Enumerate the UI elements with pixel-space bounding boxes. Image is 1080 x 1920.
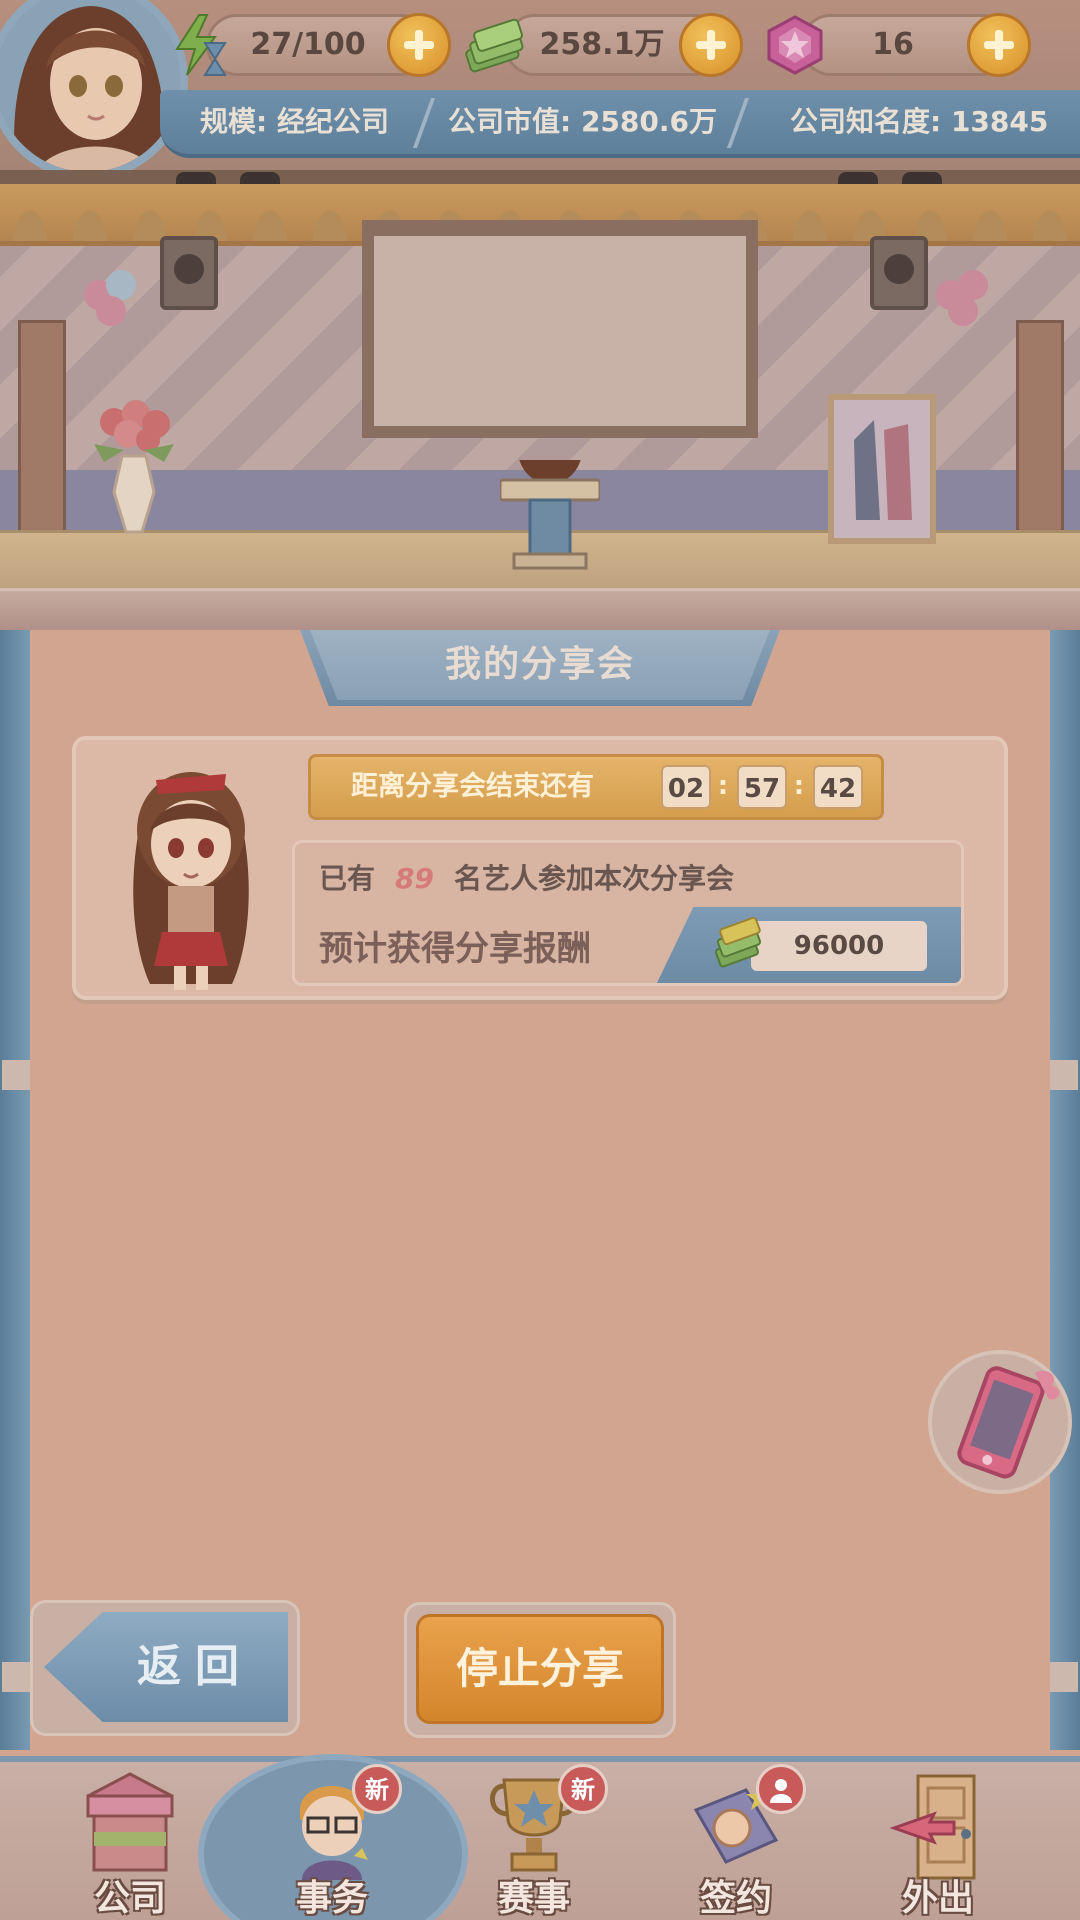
nav-events[interactable]: 新 赛事 — [434, 1762, 634, 1920]
poster-art-icon — [834, 400, 930, 538]
nav-contracts[interactable]: 签约 — [636, 1762, 836, 1920]
reward-label: 预计获得分享报酬 — [319, 929, 591, 969]
projection-screen — [362, 220, 758, 438]
panel-frame-right — [1050, 630, 1080, 1750]
countdown-colon: : — [793, 771, 805, 801]
stage-scene — [0, 170, 1080, 630]
person-icon — [770, 1779, 792, 1803]
cash-value: 258.1万 — [539, 27, 665, 62]
top-resource-bar: 27/100 258.1万 16 规模: 经纪公司 公司市值: 2580.6万 … — [0, 0, 1080, 180]
speaker-icon — [160, 236, 218, 310]
back-button-label: 返回 — [137, 1641, 253, 1692]
company-info-strip: 规模: 经纪公司 公司市值: 2580.6万 公司知名度: 13845 — [160, 90, 1080, 158]
nav-events-label: 赛事 — [497, 1878, 570, 1919]
stamina-counter: 27/100 — [175, 13, 451, 77]
balloons-icon — [84, 270, 144, 330]
nav-affairs-badge: 新 — [352, 1764, 402, 1814]
stamina-value: 27/100 — [250, 27, 366, 62]
stage-pillar — [1016, 320, 1064, 540]
company-fame: 公司知名度: 13845 — [790, 105, 1049, 138]
nav-events-badge: 新 — [558, 1764, 608, 1814]
countdown-label: 距离分享会结束还有 — [351, 771, 594, 802]
nav-contracts-badge — [756, 1764, 806, 1814]
add-cash-button[interactable] — [679, 13, 743, 77]
frame-bump — [2, 1662, 30, 1692]
balloons-icon — [936, 270, 996, 330]
info-separator — [726, 98, 760, 148]
poster-frame — [828, 394, 936, 544]
countdown-minutes: 57 — [737, 765, 787, 809]
back-button[interactable]: 返回 — [30, 1600, 300, 1736]
company-market-value: 公司市值: 2580.6万 — [448, 105, 717, 138]
stage-pillar — [18, 320, 66, 540]
gem-counter: 16 — [767, 13, 1031, 77]
resource-row: 27/100 258.1万 16 — [150, 4, 1080, 86]
idol-character-icon — [133, 772, 249, 990]
nav-contracts-label: 签约 — [699, 1878, 772, 1919]
company-scale: 规模: 经纪公司 — [200, 105, 389, 138]
add-stamina-button[interactable] — [387, 13, 451, 77]
share-info-box: 已有 89 名艺人参加本次分享会 预计获得分享报酬 96000 — [292, 840, 964, 986]
money-stack-icon — [465, 18, 524, 73]
stage-edge — [0, 588, 1080, 630]
nav-affairs-label: 事务 — [295, 1878, 368, 1919]
nav-outing-label: 外出 — [901, 1878, 974, 1919]
share-meeting-card: 距离分享会结束还有 02 : 57 : 42 已有 89 名艺人参加本次分享会 预计… — [72, 736, 1008, 1000]
add-gem-button[interactable] — [967, 13, 1031, 77]
company-building-icon — [86, 1772, 174, 1872]
flower-vase-icon — [94, 400, 174, 534]
frame-bump — [1050, 1060, 1078, 1090]
info-separator — [412, 98, 446, 148]
podium-icon — [500, 460, 600, 570]
frame-bump — [1050, 1662, 1078, 1692]
participants-prefix: 已有 — [319, 862, 376, 895]
lightning-hourglass-icon — [175, 14, 227, 76]
phone-button[interactable] — [928, 1350, 1072, 1494]
speaker-icon — [870, 236, 928, 310]
gem-value: 16 — [872, 27, 914, 62]
participants-line: 已有 89 名艺人参加本次分享会 — [319, 849, 734, 909]
nav-outing[interactable]: 外出 — [838, 1762, 1038, 1920]
nav-affairs[interactable]: 新 事务 — [232, 1762, 432, 1920]
pink-gem-icon — [767, 15, 823, 75]
stop-share-button[interactable]: 停止分享 — [404, 1602, 676, 1738]
panel-frame-left — [0, 630, 30, 1750]
countdown-seconds: 42 — [813, 765, 863, 809]
pink-phone-icon — [957, 1366, 1060, 1479]
countdown-colon: : — [717, 771, 729, 801]
panel-title: 我的分享会 — [444, 644, 635, 685]
frame-bump — [2, 1060, 30, 1090]
nav-company[interactable]: 公司 — [30, 1762, 230, 1920]
countdown-hours: 02 — [661, 765, 711, 809]
bottom-nav: 公司 新 事务 新 赛事 签约 外出 — [0, 1754, 1080, 1920]
door-icon — [889, 1774, 976, 1880]
stop-share-label: 停止分享 — [455, 1644, 624, 1693]
nav-company-label: 公司 — [93, 1878, 166, 1919]
reward-value: 96000 — [751, 921, 927, 971]
participants-suffix: 名艺人参加本次分享会 — [453, 862, 734, 895]
money-stack-icon — [714, 916, 762, 968]
countdown-bar: 距离分享会结束还有 02 : 57 : 42 — [308, 754, 884, 820]
participants-count: 89 — [395, 862, 434, 895]
cash-counter: 258.1万 — [465, 13, 743, 77]
